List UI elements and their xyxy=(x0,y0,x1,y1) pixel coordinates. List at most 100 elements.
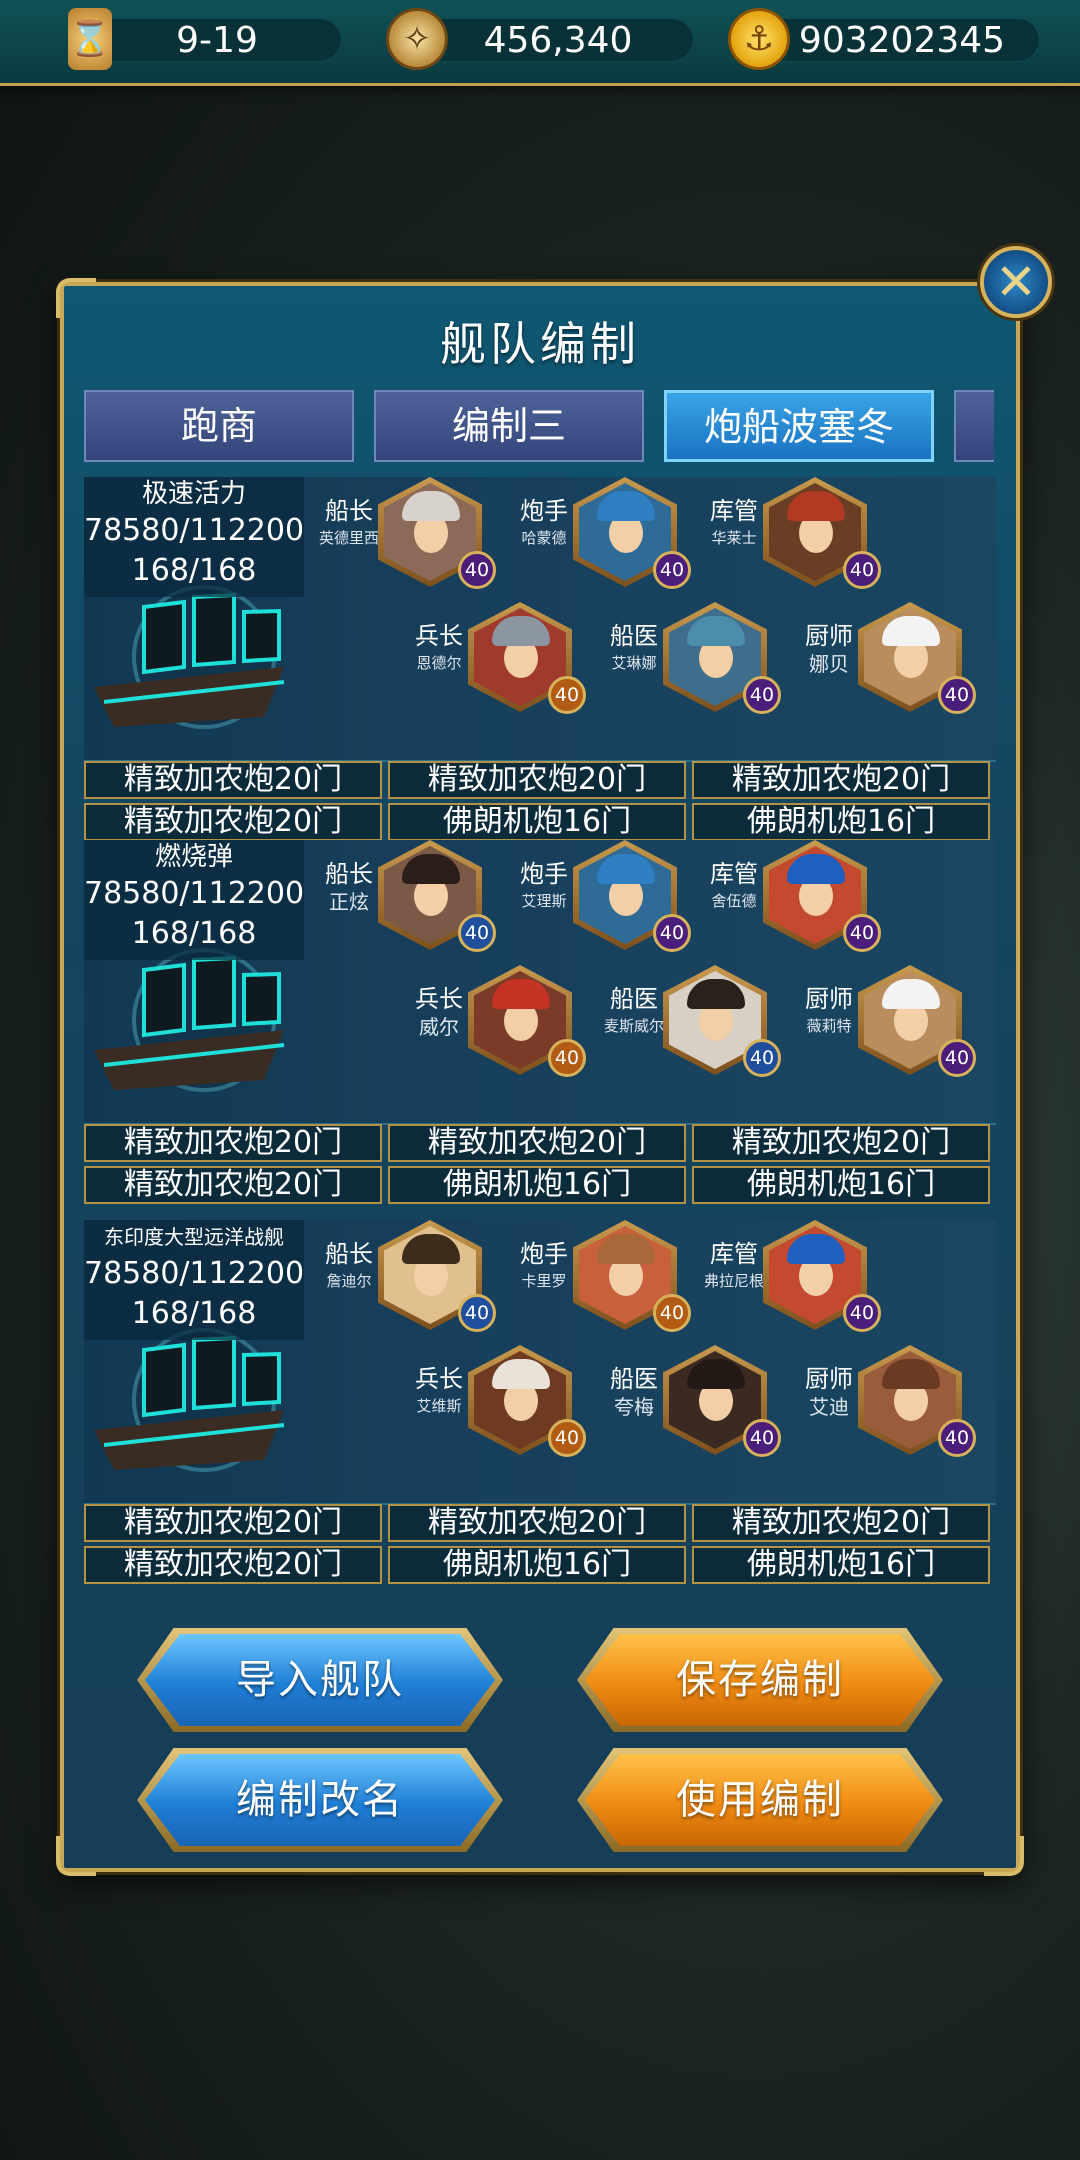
fleet-card: 极速活力 78580/112200 168/168 船长 英德里西 40 炮手 … xyxy=(84,477,996,847)
level-badge: 40 xyxy=(938,1419,976,1457)
cannon-slot[interactable]: 精致加农炮20门 xyxy=(84,1546,382,1584)
crew-slot-gunner[interactable]: 炮手 卡里罗 40 xyxy=(509,1220,699,1332)
crew-slot-cook[interactable]: 厨师 薇莉特 40 xyxy=(794,965,984,1077)
cannon-list: 精致加农炮20门 精致加农炮20门 精致加农炮20门 精致加农炮20门 佛朗机炮… xyxy=(84,1504,996,1584)
crew-role: 船医 xyxy=(610,1365,658,1393)
cannon-slot[interactable]: 精致加农炮20门 xyxy=(692,1504,990,1542)
cannon-slot[interactable]: 精致加农炮20门 xyxy=(388,1504,686,1542)
cannon-slot[interactable]: 佛朗机炮16门 xyxy=(692,803,990,841)
crew-role: 兵长 xyxy=(415,1365,463,1393)
cannon-slot[interactable]: 精致加农炮20门 xyxy=(84,761,382,799)
crew-name: 艾维斯 xyxy=(416,1397,462,1415)
use-formation-button[interactable]: 使用编制 xyxy=(585,1754,935,1846)
compass-value: 456,340 xyxy=(422,18,694,62)
level-badge: 40 xyxy=(548,1039,586,1077)
cannon-slot[interactable]: 精致加农炮20门 xyxy=(692,761,990,799)
cannon-slot[interactable]: 精致加农炮20门 xyxy=(84,803,382,841)
level-badge: 40 xyxy=(548,676,586,714)
crew-name: 艾理斯 xyxy=(521,892,567,910)
frame-corner xyxy=(56,1836,96,1876)
crew-name: 正炫 xyxy=(329,890,369,914)
level-badge: 40 xyxy=(743,676,781,714)
crew-slot-doctor[interactable]: 船医 艾琳娜 40 xyxy=(599,602,789,714)
ship-info: 极速活力 78580/112200 168/168 xyxy=(84,477,304,597)
crew-name: 舍伍德 xyxy=(711,892,757,910)
crew-slot-captain[interactable]: 船长 詹迪尔 40 xyxy=(314,1220,504,1332)
ship-durability: 78580/112200 xyxy=(84,513,305,548)
crew-slot-cook[interactable]: 厨师 艾迪 40 xyxy=(794,1345,984,1457)
import-fleet-button[interactable]: 导入舰队 xyxy=(145,1634,495,1726)
formation-tabs: 跑商 编制三 炮船波塞冬 xyxy=(84,390,994,462)
crew-slot-quartermaster[interactable]: 库管 弗拉尼根 40 xyxy=(699,1220,889,1332)
crew-role: 船医 xyxy=(610,985,658,1013)
crew-name: 英德里西 xyxy=(318,529,379,547)
cannon-slot[interactable]: 精致加农炮20门 xyxy=(84,1504,382,1542)
level-badge: 40 xyxy=(938,1039,976,1077)
crew-role: 库管 xyxy=(710,860,758,888)
crew-slot-doctor[interactable]: 船医 夸梅 40 xyxy=(599,1345,789,1457)
cannon-slot[interactable]: 佛朗机炮16门 xyxy=(692,1166,990,1204)
cannon-slot[interactable]: 精致加农炮20门 xyxy=(388,761,686,799)
crew-role: 船长 xyxy=(325,860,373,888)
tab-formation-1[interactable]: 跑商 xyxy=(84,390,354,462)
crew-slot-captain[interactable]: 船长 正炫 40 xyxy=(314,840,504,952)
hourglass-icon: ⌛ xyxy=(68,8,112,70)
compass-resource: 456,340 ✧ xyxy=(386,8,698,70)
crew-name: 薇莉特 xyxy=(806,1017,852,1035)
crew-slot-cook[interactable]: 厨师 娜贝 40 xyxy=(794,602,984,714)
ship-info: 燃烧弹 78580/112200 168/168 xyxy=(84,840,304,960)
cannon-slot[interactable]: 佛朗机炮16门 xyxy=(388,1166,686,1204)
crew-name: 娜贝 xyxy=(809,652,849,676)
close-icon: ✕ xyxy=(995,253,1037,311)
crew-role: 炮手 xyxy=(520,1240,568,1268)
ship-sailors: 168/168 xyxy=(131,1296,257,1331)
level-badge: 40 xyxy=(653,914,691,952)
crew-role: 厨师 xyxy=(805,985,853,1013)
cannon-slot[interactable]: 佛朗机炮16门 xyxy=(388,1546,686,1584)
crew-name: 麦斯威尔 xyxy=(603,1017,664,1035)
cannon-slot[interactable]: 精致加农炮20门 xyxy=(84,1166,382,1204)
crew-name: 艾琳娜 xyxy=(611,654,657,672)
cannon-slot[interactable]: 佛朗机炮16门 xyxy=(692,1546,990,1584)
crew-slot-soldier[interactable]: 兵长 威尔 40 xyxy=(404,965,594,1077)
crew-role: 船长 xyxy=(325,1240,373,1268)
tab-formation-4[interactable] xyxy=(954,390,994,462)
cannon-slot[interactable]: 精致加农炮20门 xyxy=(388,1124,686,1162)
crew-slot-doctor[interactable]: 船医 麦斯威尔 40 xyxy=(599,965,789,1077)
compass-icon: ✧ xyxy=(386,8,448,70)
crew-slot-quartermaster[interactable]: 库管 华莱士 40 xyxy=(699,477,889,589)
ship-durability: 78580/112200 xyxy=(84,876,305,911)
ship-name: 燃烧弹 xyxy=(154,842,233,872)
cannon-slot[interactable]: 精致加农炮20门 xyxy=(84,1124,382,1162)
crew-name: 威尔 xyxy=(419,1015,459,1039)
anchor-coin-icon: ⚓ xyxy=(728,8,790,70)
crew-slot-gunner[interactable]: 炮手 哈蒙德 40 xyxy=(509,477,699,589)
level-badge: 40 xyxy=(843,551,881,589)
save-formation-button[interactable]: 保存编制 xyxy=(585,1634,935,1726)
crew-slot-quartermaster[interactable]: 库管 舍伍德 40 xyxy=(699,840,889,952)
ship-sailors: 168/168 xyxy=(131,553,257,588)
crew-slot-captain[interactable]: 船长 英德里西 40 xyxy=(314,477,504,589)
tab-formation-3[interactable]: 炮船波塞冬 xyxy=(664,390,934,462)
crew-role: 炮手 xyxy=(520,497,568,525)
crew-name: 哈蒙德 xyxy=(521,529,567,547)
crew-role: 厨师 xyxy=(805,622,853,650)
crew-role: 船长 xyxy=(325,497,373,525)
ship-name: 东印度大型远洋战舰 xyxy=(104,1225,284,1249)
crew-slot-soldier[interactable]: 兵长 恩德尔 40 xyxy=(404,602,594,714)
crew-name: 卡里罗 xyxy=(521,1272,567,1290)
close-button[interactable]: ✕ xyxy=(980,246,1052,318)
cannon-slot[interactable]: 佛朗机炮16门 xyxy=(388,803,686,841)
rename-formation-button[interactable]: 编制改名 xyxy=(145,1754,495,1846)
crew-role: 厨师 xyxy=(805,1365,853,1393)
crew-role: 兵长 xyxy=(415,985,463,1013)
cannon-list: 精致加农炮20门 精致加农炮20门 精致加农炮20门 精致加农炮20门 佛朗机炮… xyxy=(84,1124,996,1204)
cannon-slot[interactable]: 精致加农炮20门 xyxy=(692,1124,990,1162)
crew-slot-gunner[interactable]: 炮手 艾理斯 40 xyxy=(509,840,699,952)
crew-role: 库管 xyxy=(710,497,758,525)
ship-info: 东印度大型远洋战舰 78580/112200 168/168 xyxy=(84,1220,304,1340)
level-badge: 40 xyxy=(743,1039,781,1077)
crew-slot-soldier[interactable]: 兵长 艾维斯 40 xyxy=(404,1345,594,1457)
tab-formation-2[interactable]: 编制三 xyxy=(374,390,644,462)
frame-corner xyxy=(984,1836,1024,1876)
